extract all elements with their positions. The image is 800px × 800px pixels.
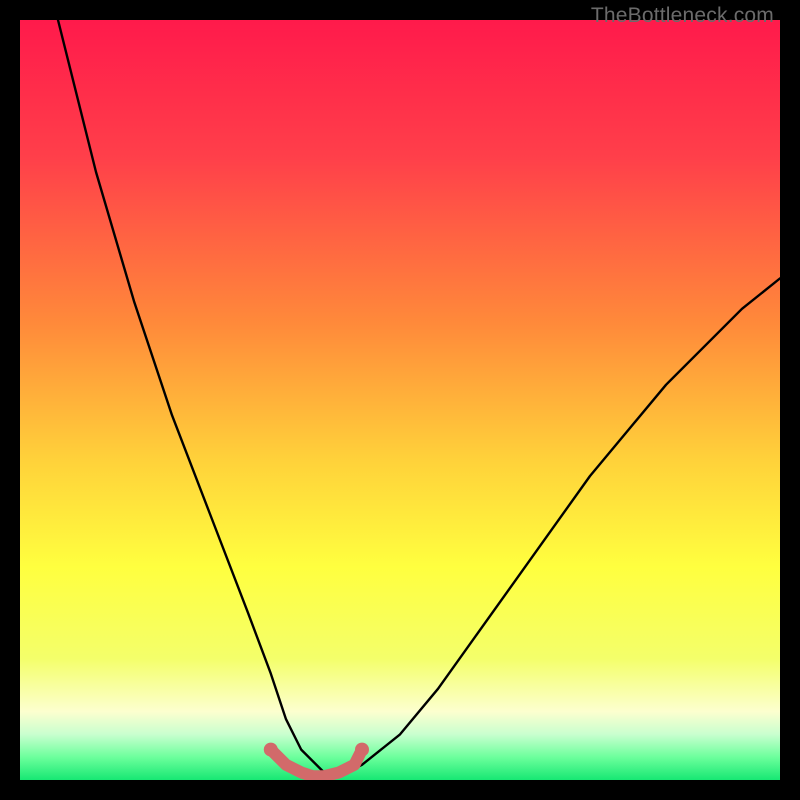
- curve-layer: [20, 20, 780, 780]
- chart-frame: TheBottleneck.com: [0, 0, 800, 800]
- watermark-text: TheBottleneck.com: [591, 4, 774, 28]
- trough-highlight: [271, 750, 362, 777]
- bottleneck-curve: [58, 20, 780, 772]
- plot-area: [20, 20, 780, 780]
